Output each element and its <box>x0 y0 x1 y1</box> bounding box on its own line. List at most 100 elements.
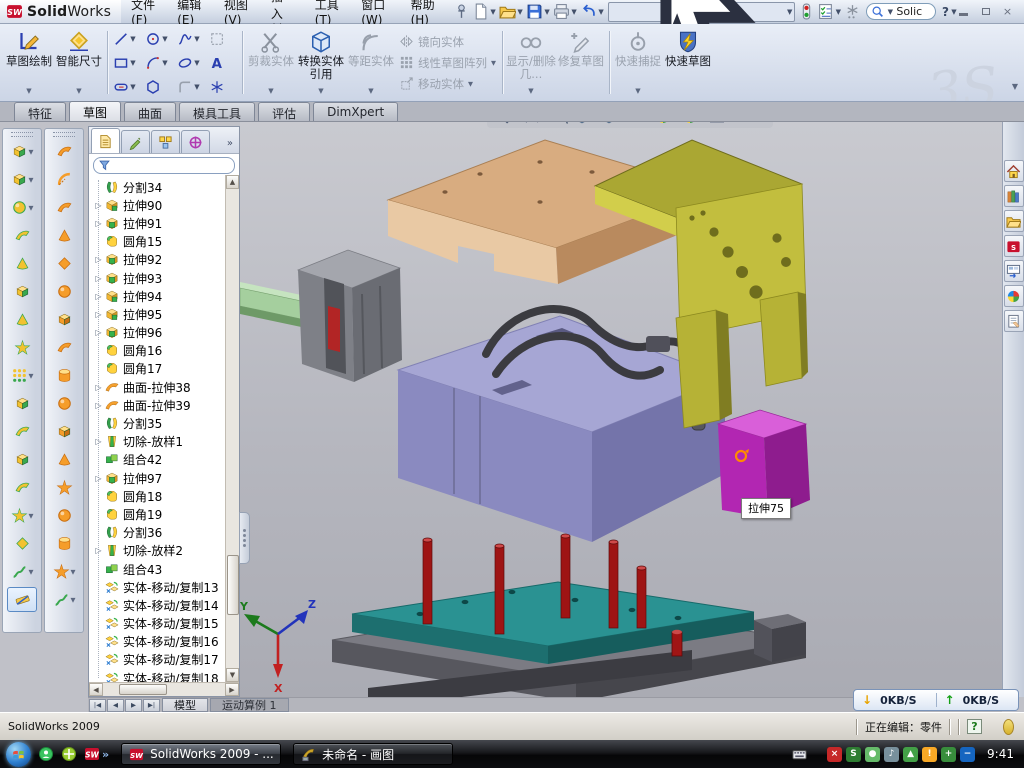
tree-item[interactable]: ▷拉伸92 <box>93 251 239 269</box>
hide-show-items-button[interactable]: ▼ <box>626 122 653 127</box>
last-tab-button[interactable]: ▶| <box>143 699 160 712</box>
blocked-icon[interactable]: − <box>960 747 975 762</box>
dimxpertmanager-tab[interactable] <box>181 130 210 153</box>
save-dropdown-arrow[interactable]: ▼ <box>543 8 551 16</box>
expand-arrow-icon[interactable]: ▷ <box>93 546 104 555</box>
update-badge-icon[interactable]: ● <box>865 747 880 762</box>
health-shield-icon[interactable]: + <box>941 747 956 762</box>
fillet-button[interactable]: ▼ <box>7 195 37 220</box>
boundary-boss-button[interactable] <box>7 279 37 304</box>
configurationmanager-tab[interactable] <box>151 130 180 153</box>
tree-horizontal-scrollbar[interactable]: ◀ ▶ <box>89 682 239 696</box>
scroll-up-arrow[interactable]: ▲ <box>226 175 239 189</box>
messenger-icon[interactable] <box>38 746 54 762</box>
mirror-entities-button[interactable]: 镜向实体 <box>396 31 499 52</box>
arc-tool-button[interactable]: ▼ <box>143 51 175 75</box>
expand-arrow-icon[interactable]: ▷ <box>93 328 104 337</box>
graphics-viewport[interactable]: X Y Z ▼▼▼▼▼▼ × 拉伸75 <box>240 122 1002 697</box>
appearances-button[interactable] <box>1004 285 1024 307</box>
design-library-button[interactable] <box>1004 185 1024 207</box>
quick-launch-chevron[interactable]: » <box>102 748 109 761</box>
curve-dropdown-arrow[interactable]: ▼ <box>29 568 34 576</box>
new-document-button[interactable]: ▼ <box>471 2 498 22</box>
print-dropdown-arrow[interactable]: ▼ <box>570 8 578 16</box>
expand-arrow-icon[interactable]: ▷ <box>93 474 104 483</box>
tree-item[interactable]: 实体-移动/复制17 <box>93 651 239 669</box>
slot-dropdown-arrow[interactable]: ▼ <box>129 83 137 91</box>
extruded-cut-button[interactable]: ▼ <box>7 167 37 192</box>
view-orientation-button[interactable]: ▼ <box>572 122 599 127</box>
tab-特征[interactable]: 特征 <box>14 102 66 121</box>
options-dropdown-arrow[interactable]: ▼ <box>834 8 842 16</box>
swept-surface-button[interactable] <box>49 195 79 220</box>
display-delete-relations-button[interactable]: 显示/删除几...▼ <box>506 26 556 99</box>
edit-appearance-button[interactable]: ▼ <box>653 122 680 127</box>
zoom-area-button[interactable] <box>512 122 532 127</box>
apply-scene-button[interactable]: ▼ <box>680 122 707 127</box>
part-locator-pin[interactable] <box>672 630 682 656</box>
hose-coupling[interactable] <box>646 336 670 352</box>
toolbox-button[interactable]: S <box>1004 235 1024 257</box>
custom-properties-button[interactable] <box>1004 310 1024 332</box>
warning-icon[interactable]: ! <box>922 747 937 762</box>
firewall-shield-icon[interactable]: S <box>846 747 861 762</box>
horizontal-scroll-thumb[interactable] <box>119 684 167 695</box>
swept-boss-button[interactable] <box>7 223 37 248</box>
tree-item[interactable]: ▷曲面-拉伸39 <box>93 396 239 414</box>
expand-arrow-icon[interactable]: ▷ <box>93 219 104 228</box>
tree-vertical-scrollbar[interactable]: ▲ ▼ <box>225 175 239 682</box>
help-button[interactable]: ? <box>940 5 951 19</box>
reference-point-button[interactable]: ▼ <box>7 503 37 528</box>
scroll-down-arrow[interactable]: ▼ <box>226 668 239 682</box>
linear-pattern-button[interactable]: ▼ <box>7 363 37 388</box>
next-tab-button[interactable]: ▶ <box>125 699 142 712</box>
input-method-icon[interactable] <box>792 747 807 762</box>
taskbar-item-paint[interactable]: 未命名 - 画图 <box>293 743 453 765</box>
tab-曲面[interactable]: 曲面 <box>124 102 176 121</box>
display-style-button[interactable]: ▼ <box>599 122 626 127</box>
tree-item[interactable]: 组合42 <box>93 451 239 469</box>
fillet-surface-button[interactable] <box>49 531 79 556</box>
convert-entities-button[interactable]: 转换实体引用▼ <box>296 26 346 99</box>
sync-icon[interactable]: ▲ <box>903 747 918 762</box>
solidworks-resources-button[interactable] <box>1004 160 1024 182</box>
filled-surface-button[interactable] <box>49 279 79 304</box>
spline-dropdown-arrow[interactable]: ▼ <box>193 35 201 43</box>
expand-arrow-icon[interactable]: ▷ <box>93 292 104 301</box>
tree-item[interactable]: ▷曲面-拉伸38 <box>93 378 239 396</box>
line-dropdown-arrow[interactable]: ▼ <box>129 35 137 43</box>
volume-icon[interactable]: ♪ <box>884 747 899 762</box>
boundary-surface-button[interactable] <box>49 251 79 276</box>
rebuild-button[interactable] <box>797 2 816 22</box>
open-document-button[interactable]: ▼ <box>498 2 525 22</box>
scroll-left-arrow[interactable]: ◀ <box>89 683 103 696</box>
hole-wizard-button[interactable] <box>7 335 37 360</box>
tree-item[interactable]: ▷拉伸93 <box>93 269 239 287</box>
intersect-button[interactable] <box>7 447 37 472</box>
tree-item[interactable]: ▷切除-放样1 <box>93 433 239 451</box>
save-button[interactable]: ▼ <box>525 2 552 22</box>
tree-item[interactable]: 圆角17 <box>93 360 239 378</box>
tree-item[interactable]: 分割36 <box>93 524 239 542</box>
tree-item[interactable]: 分割34 <box>93 178 239 196</box>
scroll-right-arrow[interactable]: ▶ <box>225 683 239 696</box>
tree-item[interactable]: ▷拉伸97 <box>93 469 239 487</box>
line-tool-button[interactable]: ▼ <box>111 27 143 51</box>
pin-button[interactable] <box>452 2 471 22</box>
reference-axis-button[interactable] <box>7 531 37 556</box>
surface-spline-dropdown-arrow[interactable]: ▼ <box>71 596 76 604</box>
sketch-button[interactable]: 草图绘制▼ <box>4 26 54 99</box>
featuremanager-tab[interactable] <box>91 128 120 153</box>
ellipse-tool-button[interactable]: ▼ <box>175 51 207 75</box>
search-dropdown-arrow[interactable]: ▼ <box>886 8 894 16</box>
split-button[interactable] <box>7 419 37 444</box>
extruded-surface-button[interactable] <box>49 139 79 164</box>
rectangle-dropdown-arrow[interactable]: ▼ <box>129 59 137 67</box>
text-tool-button[interactable]: A <box>207 51 239 75</box>
draft-button[interactable] <box>7 307 37 332</box>
tree-item[interactable]: 实体-移动/复制14 <box>93 596 239 614</box>
pattern-tool-button[interactable] <box>207 27 239 51</box>
corner-tool-button[interactable]: ▼ <box>175 75 207 99</box>
start-button[interactable] <box>6 742 31 767</box>
solidworks-quick-icon[interactable]: SW <box>84 746 100 762</box>
